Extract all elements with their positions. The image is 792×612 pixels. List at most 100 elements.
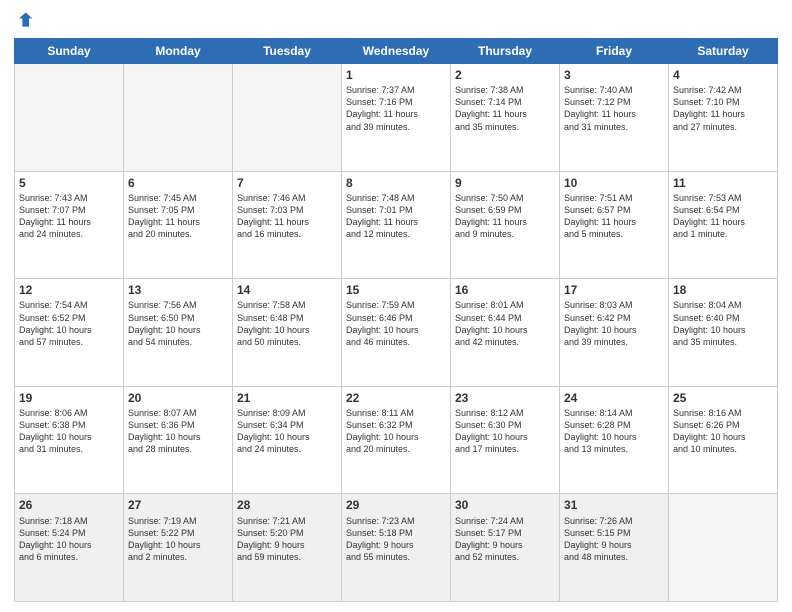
calendar-table: SundayMondayTuesdayWednesdayThursdayFrid… <box>14 38 778 602</box>
day-number: 9 <box>455 175 555 191</box>
calendar-cell: 6Sunrise: 7:45 AM Sunset: 7:05 PM Daylig… <box>124 171 233 279</box>
calendar-cell: 17Sunrise: 8:03 AM Sunset: 6:42 PM Dayli… <box>560 279 669 387</box>
day-info: Sunrise: 7:56 AM Sunset: 6:50 PM Dayligh… <box>128 299 228 348</box>
calendar-week-row: 26 Sunrise: 7:18 AM Sunset: 5:24 PM Dayli… <box>15 494 778 602</box>
day-number: 31 <box>564 497 664 513</box>
calendar-cell: 22Sunrise: 8:11 AM Sunset: 6:32 PM Dayli… <box>342 386 451 494</box>
calendar-cell: 27 Sunrise: 7:19 AM Sunset: 5:22 PM Dayli… <box>124 494 233 602</box>
weekday-header-row: SundayMondayTuesdayWednesdayThursdayFrid… <box>15 39 778 64</box>
calendar-cell: 21Sunrise: 8:09 AM Sunset: 6:34 PM Dayli… <box>233 386 342 494</box>
day-info: Sunrise: 7:37 AM Sunset: 7:16 PM Dayligh… <box>346 84 446 133</box>
calendar-week-row: 5Sunrise: 7:43 AM Sunset: 7:07 PM Daylig… <box>15 171 778 279</box>
day-info: Sunrise: 7:54 AM Sunset: 6:52 PM Dayligh… <box>19 299 119 348</box>
day-info: Sunrise: 8:16 AM Sunset: 6:26 PM Dayligh… <box>673 407 773 456</box>
day-info: Sunrise: 7:19 AM Sunset: 5:22 PM Dayligh… <box>128 515 228 564</box>
day-number: 6 <box>128 175 228 191</box>
day-info: Sunrise: 7:38 AM Sunset: 7:14 PM Dayligh… <box>455 84 555 133</box>
day-info: Sunrise: 7:24 AM Sunset: 5:17 PM Dayligh… <box>455 515 555 564</box>
calendar-cell: 29 Sunrise: 7:23 AM Sunset: 5:18 PM Dayli… <box>342 494 451 602</box>
calendar-cell: 16Sunrise: 8:01 AM Sunset: 6:44 PM Dayli… <box>451 279 560 387</box>
header <box>14 10 778 30</box>
day-number: 27 <box>128 497 228 513</box>
calendar-cell: 1Sunrise: 7:37 AM Sunset: 7:16 PM Daylig… <box>342 64 451 172</box>
day-info: Sunrise: 7:43 AM Sunset: 7:07 PM Dayligh… <box>19 192 119 241</box>
day-info: Sunrise: 7:59 AM Sunset: 6:46 PM Dayligh… <box>346 299 446 348</box>
calendar-cell: 13Sunrise: 7:56 AM Sunset: 6:50 PM Dayli… <box>124 279 233 387</box>
calendar-cell <box>233 64 342 172</box>
day-number: 29 <box>346 497 446 513</box>
calendar-cell: 25Sunrise: 8:16 AM Sunset: 6:26 PM Dayli… <box>669 386 778 494</box>
calendar-cell: 8Sunrise: 7:48 AM Sunset: 7:01 PM Daylig… <box>342 171 451 279</box>
day-info: Sunrise: 7:53 AM Sunset: 6:54 PM Dayligh… <box>673 192 773 241</box>
day-info: Sunrise: 7:48 AM Sunset: 7:01 PM Dayligh… <box>346 192 446 241</box>
day-info: Sunrise: 7:51 AM Sunset: 6:57 PM Dayligh… <box>564 192 664 241</box>
day-number: 12 <box>19 282 119 298</box>
calendar-week-row: 19Sunrise: 8:06 AM Sunset: 6:38 PM Dayli… <box>15 386 778 494</box>
day-number: 17 <box>564 282 664 298</box>
day-info: Sunrise: 7:58 AM Sunset: 6:48 PM Dayligh… <box>237 299 337 348</box>
day-number: 19 <box>19 390 119 406</box>
day-info: Sunrise: 7:45 AM Sunset: 7:05 PM Dayligh… <box>128 192 228 241</box>
day-number: 28 <box>237 497 337 513</box>
day-info: Sunrise: 8:09 AM Sunset: 6:34 PM Dayligh… <box>237 407 337 456</box>
day-number: 10 <box>564 175 664 191</box>
day-info: Sunrise: 8:12 AM Sunset: 6:30 PM Dayligh… <box>455 407 555 456</box>
day-info: Sunrise: 8:07 AM Sunset: 6:36 PM Dayligh… <box>128 407 228 456</box>
day-number: 8 <box>346 175 446 191</box>
page: SundayMondayTuesdayWednesdayThursdayFrid… <box>0 0 792 612</box>
day-number: 21 <box>237 390 337 406</box>
day-number: 18 <box>673 282 773 298</box>
day-number: 5 <box>19 175 119 191</box>
calendar-cell: 14Sunrise: 7:58 AM Sunset: 6:48 PM Dayli… <box>233 279 342 387</box>
day-info: Sunrise: 7:26 AM Sunset: 5:15 PM Dayligh… <box>564 515 664 564</box>
calendar-cell: 11Sunrise: 7:53 AM Sunset: 6:54 PM Dayli… <box>669 171 778 279</box>
weekday-header-wednesday: Wednesday <box>342 39 451 64</box>
day-info: Sunrise: 8:14 AM Sunset: 6:28 PM Dayligh… <box>564 407 664 456</box>
calendar-week-row: 1Sunrise: 7:37 AM Sunset: 7:16 PM Daylig… <box>15 64 778 172</box>
logo-icon <box>14 10 34 30</box>
weekday-header-sunday: Sunday <box>15 39 124 64</box>
calendar-cell: 4Sunrise: 7:42 AM Sunset: 7:10 PM Daylig… <box>669 64 778 172</box>
day-info: Sunrise: 8:06 AM Sunset: 6:38 PM Dayligh… <box>19 407 119 456</box>
day-number: 1 <box>346 67 446 83</box>
day-number: 3 <box>564 67 664 83</box>
day-number: 30 <box>455 497 555 513</box>
calendar-cell: 19Sunrise: 8:06 AM Sunset: 6:38 PM Dayli… <box>15 386 124 494</box>
weekday-header-thursday: Thursday <box>451 39 560 64</box>
calendar-cell: 26 Sunrise: 7:18 AM Sunset: 5:24 PM Dayli… <box>15 494 124 602</box>
calendar-cell: 24Sunrise: 8:14 AM Sunset: 6:28 PM Dayli… <box>560 386 669 494</box>
day-info: Sunrise: 8:11 AM Sunset: 6:32 PM Dayligh… <box>346 407 446 456</box>
day-info: Sunrise: 7:42 AM Sunset: 7:10 PM Dayligh… <box>673 84 773 133</box>
logo <box>14 10 36 30</box>
day-number: 14 <box>237 282 337 298</box>
day-info: Sunrise: 7:23 AM Sunset: 5:18 PM Dayligh… <box>346 515 446 564</box>
calendar-cell: 10Sunrise: 7:51 AM Sunset: 6:57 PM Dayli… <box>560 171 669 279</box>
day-number: 22 <box>346 390 446 406</box>
day-info: Sunrise: 7:46 AM Sunset: 7:03 PM Dayligh… <box>237 192 337 241</box>
weekday-header-monday: Monday <box>124 39 233 64</box>
day-number: 2 <box>455 67 555 83</box>
day-number: 4 <box>673 67 773 83</box>
calendar-cell: 15Sunrise: 7:59 AM Sunset: 6:46 PM Dayli… <box>342 279 451 387</box>
day-number: 7 <box>237 175 337 191</box>
calendar-cell: 28Sunrise: 7:21 AM Sunset: 5:20 PM Dayli… <box>233 494 342 602</box>
day-number: 23 <box>455 390 555 406</box>
day-info: Sunrise: 7:50 AM Sunset: 6:59 PM Dayligh… <box>455 192 555 241</box>
day-number: 26 <box>19 497 119 513</box>
calendar-cell: 20Sunrise: 8:07 AM Sunset: 6:36 PM Dayli… <box>124 386 233 494</box>
day-info: Sunrise: 8:03 AM Sunset: 6:42 PM Dayligh… <box>564 299 664 348</box>
calendar-cell <box>669 494 778 602</box>
calendar-cell: 9Sunrise: 7:50 AM Sunset: 6:59 PM Daylig… <box>451 171 560 279</box>
day-info: Sunrise: 7:18 AM Sunset: 5:24 PM Dayligh… <box>19 515 119 564</box>
calendar-cell <box>15 64 124 172</box>
day-number: 11 <box>673 175 773 191</box>
weekday-header-friday: Friday <box>560 39 669 64</box>
calendar-cell: 2Sunrise: 7:38 AM Sunset: 7:14 PM Daylig… <box>451 64 560 172</box>
calendar-week-row: 12Sunrise: 7:54 AM Sunset: 6:52 PM Dayli… <box>15 279 778 387</box>
day-number: 16 <box>455 282 555 298</box>
weekday-header-tuesday: Tuesday <box>233 39 342 64</box>
day-number: 25 <box>673 390 773 406</box>
calendar-cell: 5Sunrise: 7:43 AM Sunset: 7:07 PM Daylig… <box>15 171 124 279</box>
day-number: 24 <box>564 390 664 406</box>
weekday-header-saturday: Saturday <box>669 39 778 64</box>
